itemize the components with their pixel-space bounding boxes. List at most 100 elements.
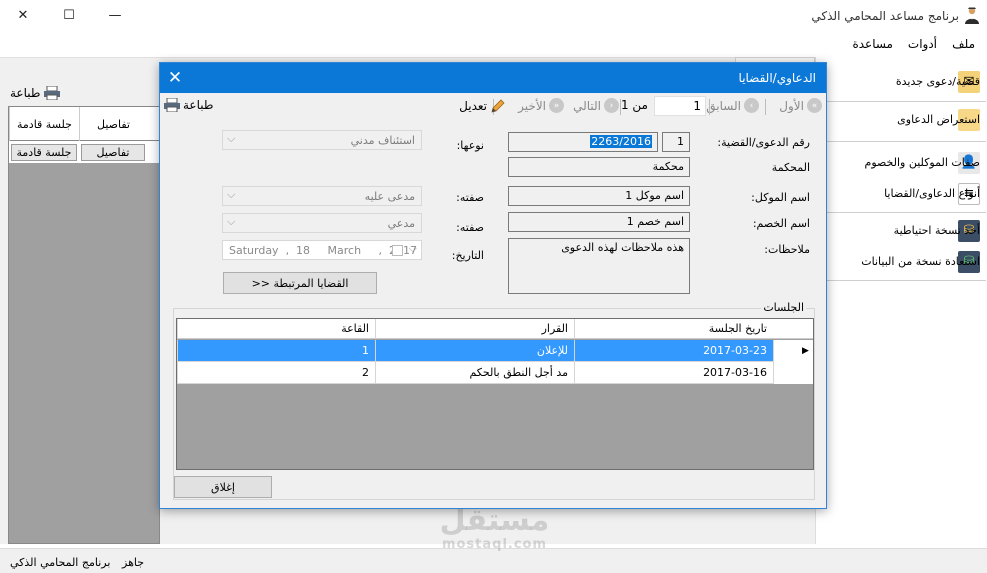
menu-file[interactable]: ملف — [952, 37, 975, 51]
client-role-select[interactable]: مدعى عليه ⌵ — [222, 186, 422, 206]
toolbar-separator — [620, 99, 621, 115]
opponent-role-label: صفته: — [456, 221, 484, 234]
notes-field[interactable]: هذه ملاحظات لهذه الدعوى — [508, 238, 690, 294]
sidebar-divider — [818, 280, 986, 281]
sidebar-item-restore[interactable]: استعادة نسخة من البيانات ⛁ — [816, 245, 987, 278]
case-seq-field[interactable]: 1 — [662, 132, 690, 152]
next-session-button[interactable]: جلسة قادمة — [11, 144, 77, 161]
cell-session-date: 2017-03-23 — [574, 340, 773, 362]
toolbar-separator — [709, 99, 710, 115]
opponent-role-value: مدعي — [387, 217, 415, 230]
first-icon: « — [807, 98, 822, 113]
sidebar-item-label: استعادة نسخة من البيانات — [861, 255, 980, 268]
case-type-select[interactable]: استئناف مدني ⌵ — [222, 130, 422, 150]
pencil-icon — [491, 99, 505, 113]
header-decision: القرار — [375, 319, 574, 339]
record-position-input[interactable]: 1 — [654, 96, 706, 116]
court-label: المحكمة — [771, 161, 810, 174]
sidebar: قضية/دعوى جديدة ✉ استعراض الدعاوى صفات ا… — [815, 57, 987, 544]
menu-help[interactable]: مساعدة — [852, 37, 893, 51]
row-header[interactable] — [773, 362, 813, 384]
status-app-name: برنامج المحامي الذكي — [10, 556, 111, 569]
sidebar-item-label: استعراض الدعاوى — [897, 113, 980, 126]
row-selector-arrow-icon[interactable]: ▶ — [773, 340, 813, 362]
sidebar-item-roles[interactable]: صفات الموكلين والخصوم 👤 — [816, 146, 987, 179]
sidebar-item-new-case[interactable]: قضية/دعوى جديدة ✉ — [816, 65, 987, 98]
first-record-button[interactable]: الأول « — [779, 98, 822, 113]
sidebar-item-case-types[interactable]: أنواع الدعاوى/القضايا ≡ — [816, 177, 987, 210]
table-row[interactable]: 2 مد أجل النطق بالحكم 2017-03-16 — [177, 362, 813, 384]
cases-dialog: ✕ الدعاوي/القضايا الأول « السابق ‹ 1 من … — [159, 62, 827, 509]
dialog-title: الدعاوي/القضايا — [738, 71, 816, 85]
sidebar-item-label: أنواع الدعاوى/القضايا — [884, 187, 980, 200]
sidebar-divider — [818, 101, 986, 102]
table-row[interactable]: 1 للإعلان 2017-03-23 ▶ — [177, 340, 813, 362]
client-role-label: صفته: — [456, 191, 484, 204]
of-total-label: من 1 — [620, 98, 648, 112]
close-dialog-button[interactable]: إغلاق — [174, 476, 272, 498]
sidebar-item-label: قضية/دعوى جديدة — [895, 75, 980, 88]
watermark: مستقل mostaql.com — [432, 505, 557, 553]
sidebar-divider — [818, 141, 986, 142]
background-grid-row: جلسة قادمة تفاصيل — [9, 141, 161, 163]
details-button[interactable]: تفاصيل — [81, 144, 145, 161]
printer-icon — [164, 98, 180, 112]
header-session-date: تاريخ الجلسة — [574, 319, 773, 339]
chevron-down-icon: ⌵ — [227, 132, 236, 145]
notes-label: ملاحظات: — [764, 243, 810, 256]
client-name-field[interactable]: اسم موكل 1 — [508, 186, 690, 206]
menu-tools[interactable]: أدوات — [908, 37, 937, 51]
sidebar-item-label: أخذ نسخة احتياطية — [893, 224, 980, 237]
cell-session-date: 2017-03-16 — [574, 362, 773, 384]
client-role-value: مدعى عليه — [364, 190, 415, 203]
close-window-button[interactable]: ✕ — [0, 0, 46, 31]
date-label: التاريخ: — [451, 249, 484, 262]
background-print-button[interactable]: طباعة — [10, 86, 61, 100]
cell-decision: للإعلان — [375, 340, 574, 362]
date-value: Saturday , 18 March , 2017 — [229, 244, 418, 257]
related-cases-button[interactable]: القضايا المرتبطة << — [223, 272, 377, 294]
edit-button[interactable]: تعديل — [459, 98, 506, 114]
case-number-field[interactable]: 2263/2016 — [508, 132, 658, 152]
last-record-button[interactable]: الأخير » — [518, 98, 564, 113]
sidebar-item-backup[interactable]: أخذ نسخة احتياطية ⛁ — [816, 214, 987, 247]
first-label: الأول — [779, 98, 804, 113]
opponent-name-label: اسم الخصم: — [752, 217, 810, 230]
background-print-label: طباعة — [10, 86, 41, 100]
previous-record-button[interactable]: السابق ‹ — [706, 98, 759, 113]
sessions-grid-header: القاعة القرار تاريخ الجلسة — [177, 319, 813, 339]
sessions-title: الجلسات — [761, 301, 806, 314]
maximize-window-button[interactable]: ☐ — [46, 0, 92, 31]
cell-hall: 2 — [177, 362, 375, 384]
date-picker[interactable]: Saturday , 18 March , 2017 ⌵ — [222, 240, 422, 260]
navigation-toolbar: الأول « السابق ‹ 1 من 1 التالي › الأخير … — [160, 93, 826, 119]
next-record-button[interactable]: التالي › — [573, 98, 619, 113]
chevron-down-icon: ⌵ — [408, 242, 417, 255]
next-label: التالي — [573, 98, 601, 113]
dialog-titlebar: ✕ الدعاوي/القضايا — [160, 63, 826, 93]
opponent-role-select[interactable]: مدعي ⌵ — [222, 213, 422, 233]
menu-bar: ملف أدوات مساعدة — [0, 31, 987, 57]
edit-label: تعديل — [459, 99, 487, 113]
background-cases-grid: جلسة قادمة تفاصيل جلسة قادمة تفاصيل — [8, 106, 161, 544]
last-label: الأخير — [518, 98, 546, 113]
minimize-window-button[interactable]: — — [92, 0, 138, 31]
opponent-name-field[interactable]: اسم خصم 1 — [508, 212, 690, 232]
sidebar-divider — [818, 212, 986, 213]
toolbar-separator — [765, 99, 766, 115]
main-titlebar: ✕ ☐ — برنامج مساعد المحامي الذكي — [0, 0, 987, 31]
cell-hall: 1 — [177, 340, 375, 362]
chevron-down-icon: ⌵ — [227, 215, 236, 228]
court-field[interactable]: محكمة — [508, 157, 690, 177]
print-button[interactable]: طباعة — [164, 98, 213, 112]
watermark-latin: mostaql.com — [441, 537, 548, 552]
sessions-grid: القاعة القرار تاريخ الجلسة 1 للإعلان 201… — [176, 318, 814, 470]
client-name-label: اسم الموكل: — [751, 191, 810, 204]
next-icon: › — [604, 98, 619, 113]
type-label: نوعها: — [456, 139, 484, 152]
print-label: طباعة — [183, 98, 214, 112]
dialog-close-icon[interactable]: ✕ — [160, 63, 190, 93]
sidebar-item-browse-cases[interactable]: استعراض الدعاوى — [816, 103, 987, 136]
previous-label: السابق — [706, 98, 741, 113]
calendar-icon[interactable] — [392, 245, 403, 256]
